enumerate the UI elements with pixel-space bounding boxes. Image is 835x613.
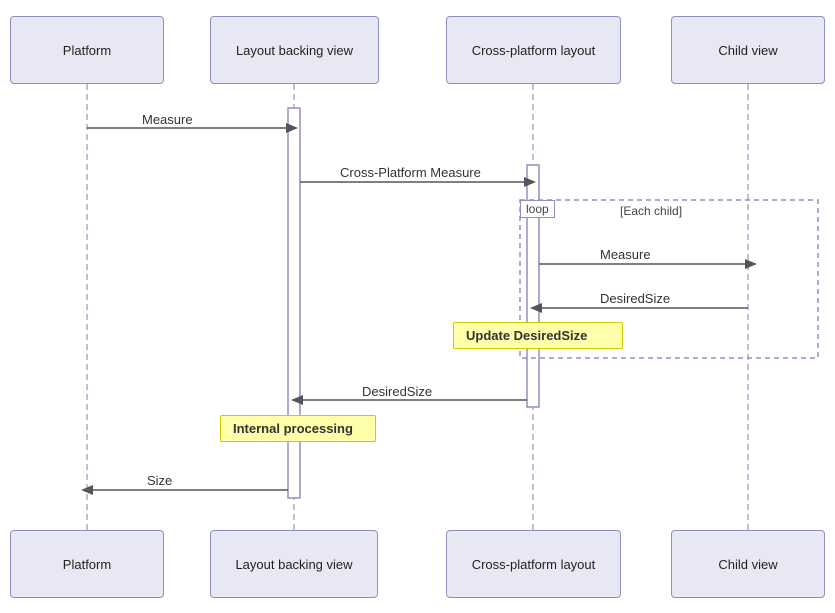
message-label-measure: Measure (142, 112, 193, 127)
diagram-container: Platform Layout backing view Cross-platf… (0, 0, 835, 613)
diagram-svg (0, 0, 835, 613)
lifeline-child-view-bottom: Child view (671, 530, 825, 598)
loop-label: loop (520, 200, 555, 218)
message-label-child-measure: Measure (600, 247, 651, 262)
action-box-internal-processing: Internal processing (220, 415, 376, 442)
message-label-desired-size-back: DesiredSize (600, 291, 670, 306)
lifeline-layout-backing-bottom: Layout backing view (210, 530, 378, 598)
lifeline-cross-platform-bottom: Cross-platform layout (446, 530, 621, 598)
message-label-size: Size (147, 473, 172, 488)
message-label-cross-measure: Cross-Platform Measure (340, 165, 481, 180)
lifeline-platform-top: Platform (10, 16, 164, 84)
lifeline-platform-bottom: Platform (10, 530, 164, 598)
action-box-update-desired-size: Update DesiredSize (453, 322, 623, 349)
message-label-desired-size-layout: DesiredSize (362, 384, 432, 399)
lifeline-child-view-top: Child view (671, 16, 825, 84)
lifeline-cross-platform-top: Cross-platform layout (446, 16, 621, 84)
loop-condition: [Each child] (620, 204, 682, 218)
lifeline-layout-backing-top: Layout backing view (210, 16, 379, 84)
